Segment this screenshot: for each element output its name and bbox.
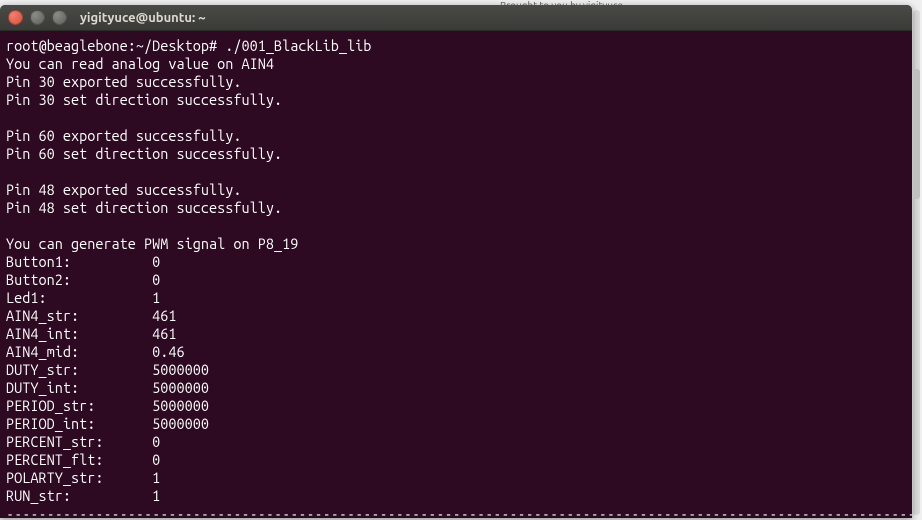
header-link-text: Brought to you by yigityuce: [500, 0, 623, 5]
window-title: yigityuce@ubuntu: ~: [80, 11, 206, 25]
maximize-icon[interactable]: [52, 10, 67, 25]
window-titlebar[interactable]: yigityuce@ubuntu: ~: [0, 5, 912, 31]
terminal-window: yigityuce@ubuntu: ~ root@beaglebone:~/De…: [0, 5, 912, 518]
close-icon[interactable]: [8, 10, 23, 25]
page-scrollbar-thumb[interactable]: [913, 69, 920, 199]
terminal-content[interactable]: root@beaglebone:~/Desktop# ./001_BlackLi…: [0, 31, 912, 518]
minimize-icon[interactable]: [30, 10, 45, 25]
